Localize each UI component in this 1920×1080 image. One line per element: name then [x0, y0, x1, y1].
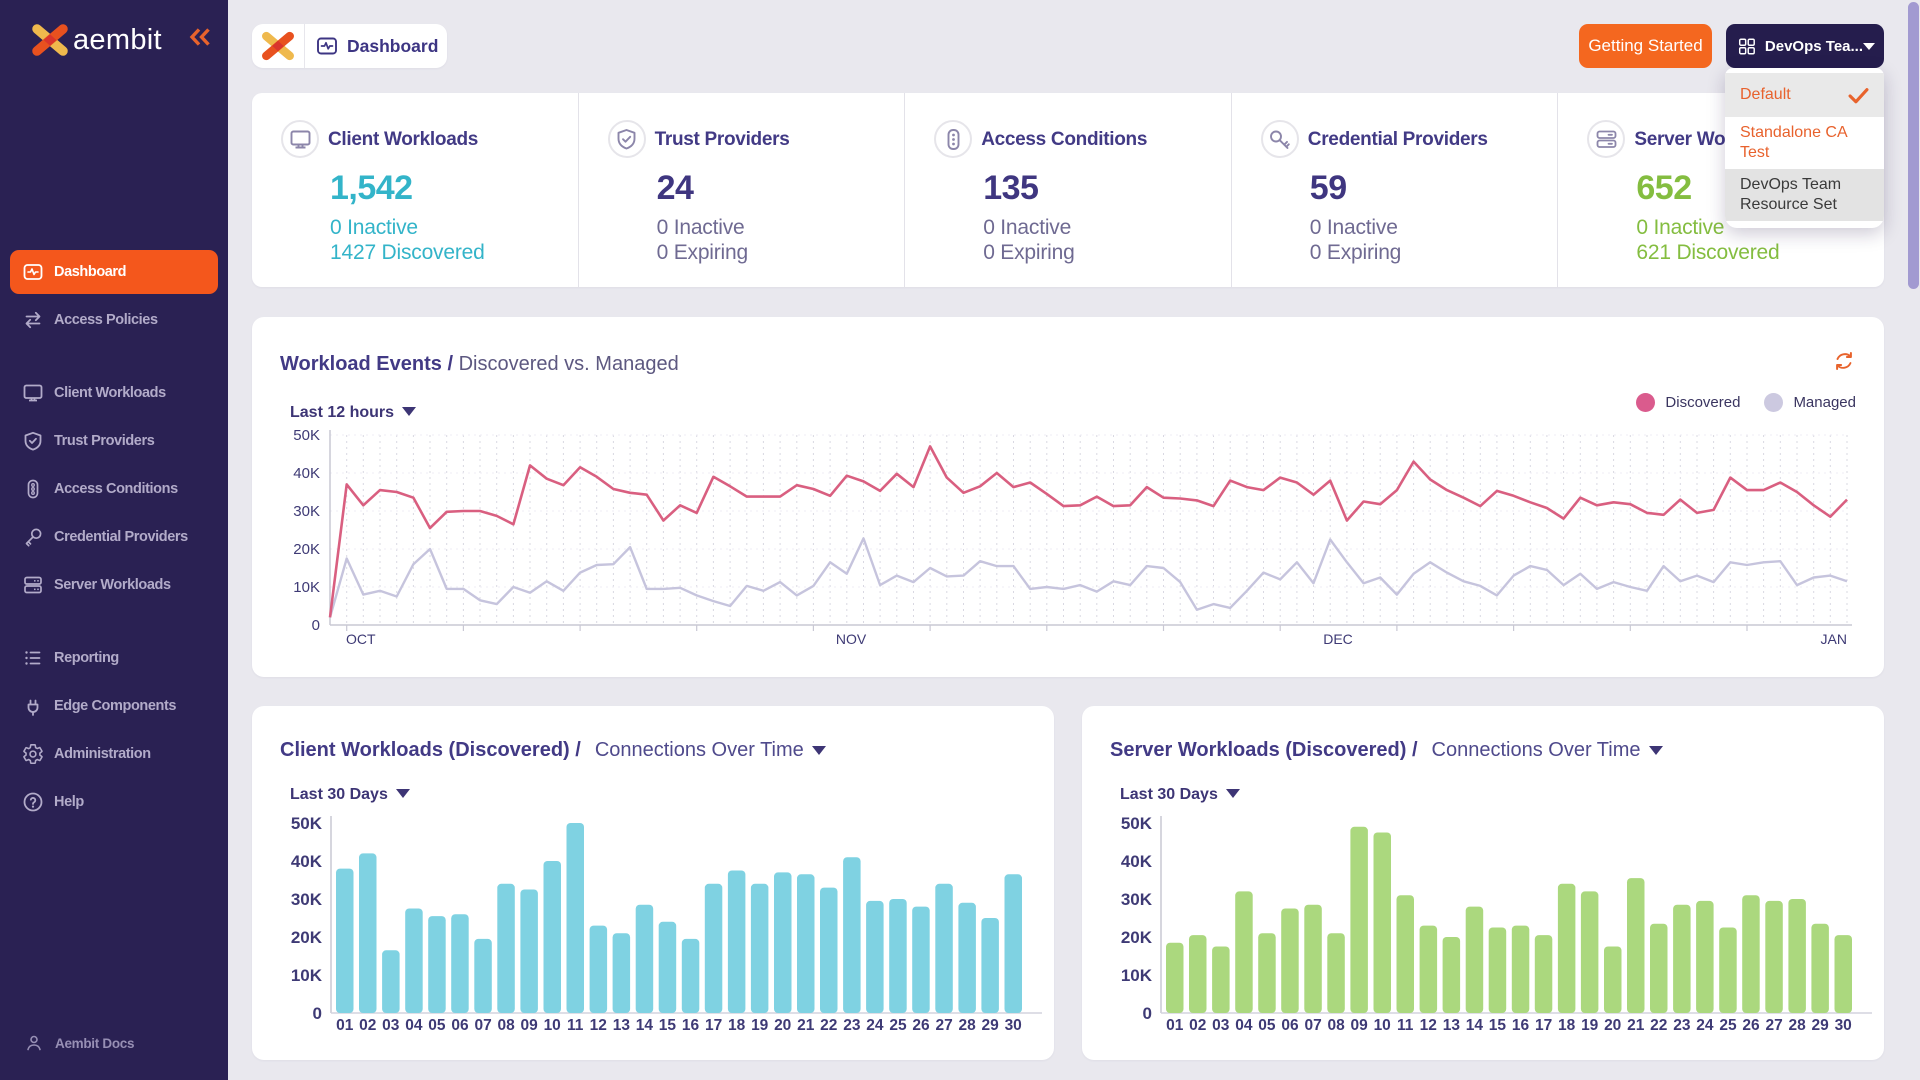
svg-text:30K: 30K	[293, 503, 320, 520]
svg-text:50K: 50K	[293, 427, 320, 444]
svg-text:17: 17	[705, 1017, 722, 1034]
svg-text:07: 07	[474, 1017, 491, 1034]
svg-text:13: 13	[613, 1017, 631, 1034]
svg-text:15: 15	[659, 1017, 677, 1034]
svg-text:40K: 40K	[291, 852, 323, 871]
svg-text:29: 29	[1811, 1017, 1829, 1034]
svg-text:09: 09	[1350, 1017, 1368, 1034]
svg-text:27: 27	[935, 1017, 952, 1034]
svg-text:23: 23	[1673, 1017, 1691, 1034]
svg-text:09: 09	[520, 1017, 538, 1034]
svg-text:19: 19	[1581, 1017, 1599, 1034]
svg-text:02: 02	[1189, 1017, 1206, 1034]
svg-text:04: 04	[405, 1017, 423, 1034]
svg-text:50K: 50K	[291, 814, 323, 833]
svg-text:0: 0	[312, 617, 320, 634]
svg-text:30: 30	[1835, 1017, 1852, 1034]
svg-text:05: 05	[428, 1017, 446, 1034]
svg-text:30K: 30K	[291, 890, 323, 909]
svg-text:22: 22	[820, 1017, 837, 1034]
svg-text:40K: 40K	[1121, 852, 1153, 871]
svg-text:NOV: NOV	[836, 631, 867, 647]
svg-text:0: 0	[313, 1004, 322, 1023]
svg-text:20K: 20K	[1121, 928, 1153, 947]
svg-text:30K: 30K	[1121, 890, 1153, 909]
svg-text:10K: 10K	[1121, 966, 1153, 985]
svg-text:21: 21	[797, 1017, 815, 1034]
svg-text:10K: 10K	[293, 579, 320, 596]
svg-text:14: 14	[636, 1017, 654, 1034]
svg-text:26: 26	[1742, 1017, 1760, 1034]
svg-text:17: 17	[1535, 1017, 1552, 1034]
svg-text:11: 11	[1397, 1017, 1414, 1034]
svg-text:10: 10	[1374, 1017, 1391, 1034]
svg-text:22: 22	[1650, 1017, 1667, 1034]
svg-text:27: 27	[1765, 1017, 1782, 1034]
svg-text:DEC: DEC	[1323, 631, 1353, 647]
svg-text:19: 19	[751, 1017, 769, 1034]
svg-text:28: 28	[958, 1017, 976, 1034]
svg-text:23: 23	[843, 1017, 861, 1034]
svg-text:18: 18	[1558, 1017, 1576, 1034]
svg-text:30: 30	[1005, 1017, 1022, 1034]
svg-text:12: 12	[1420, 1017, 1437, 1034]
svg-text:JAN: JAN	[1821, 631, 1847, 647]
svg-text:26: 26	[912, 1017, 930, 1034]
svg-text:0: 0	[1143, 1004, 1152, 1023]
svg-text:21: 21	[1627, 1017, 1645, 1034]
svg-text:08: 08	[1327, 1017, 1345, 1034]
svg-text:50K: 50K	[1121, 814, 1153, 833]
svg-text:25: 25	[889, 1017, 907, 1034]
svg-text:12: 12	[590, 1017, 607, 1034]
svg-text:01: 01	[336, 1017, 354, 1034]
svg-text:03: 03	[382, 1017, 400, 1034]
svg-text:24: 24	[1696, 1017, 1714, 1034]
svg-text:05: 05	[1258, 1017, 1276, 1034]
svg-text:10: 10	[544, 1017, 561, 1034]
svg-text:15: 15	[1489, 1017, 1507, 1034]
svg-text:18: 18	[728, 1017, 746, 1034]
svg-text:06: 06	[451, 1017, 469, 1034]
svg-text:20K: 20K	[293, 541, 320, 558]
svg-text:04: 04	[1235, 1017, 1253, 1034]
svg-text:13: 13	[1443, 1017, 1461, 1034]
svg-text:14: 14	[1466, 1017, 1484, 1034]
svg-text:29: 29	[981, 1017, 999, 1034]
svg-text:02: 02	[359, 1017, 376, 1034]
svg-text:28: 28	[1788, 1017, 1806, 1034]
svg-text:20: 20	[1604, 1017, 1621, 1034]
svg-text:01: 01	[1166, 1017, 1184, 1034]
svg-text:OCT: OCT	[346, 631, 376, 647]
svg-text:20: 20	[774, 1017, 791, 1034]
svg-text:16: 16	[682, 1017, 700, 1034]
svg-text:08: 08	[497, 1017, 515, 1034]
svg-text:10K: 10K	[291, 966, 323, 985]
svg-text:06: 06	[1281, 1017, 1299, 1034]
svg-text:20K: 20K	[291, 928, 323, 947]
svg-text:24: 24	[866, 1017, 884, 1034]
svg-text:16: 16	[1512, 1017, 1530, 1034]
svg-text:07: 07	[1304, 1017, 1321, 1034]
svg-text:11: 11	[567, 1017, 584, 1034]
svg-text:03: 03	[1212, 1017, 1230, 1034]
svg-text:40K: 40K	[293, 465, 320, 482]
svg-text:25: 25	[1719, 1017, 1737, 1034]
